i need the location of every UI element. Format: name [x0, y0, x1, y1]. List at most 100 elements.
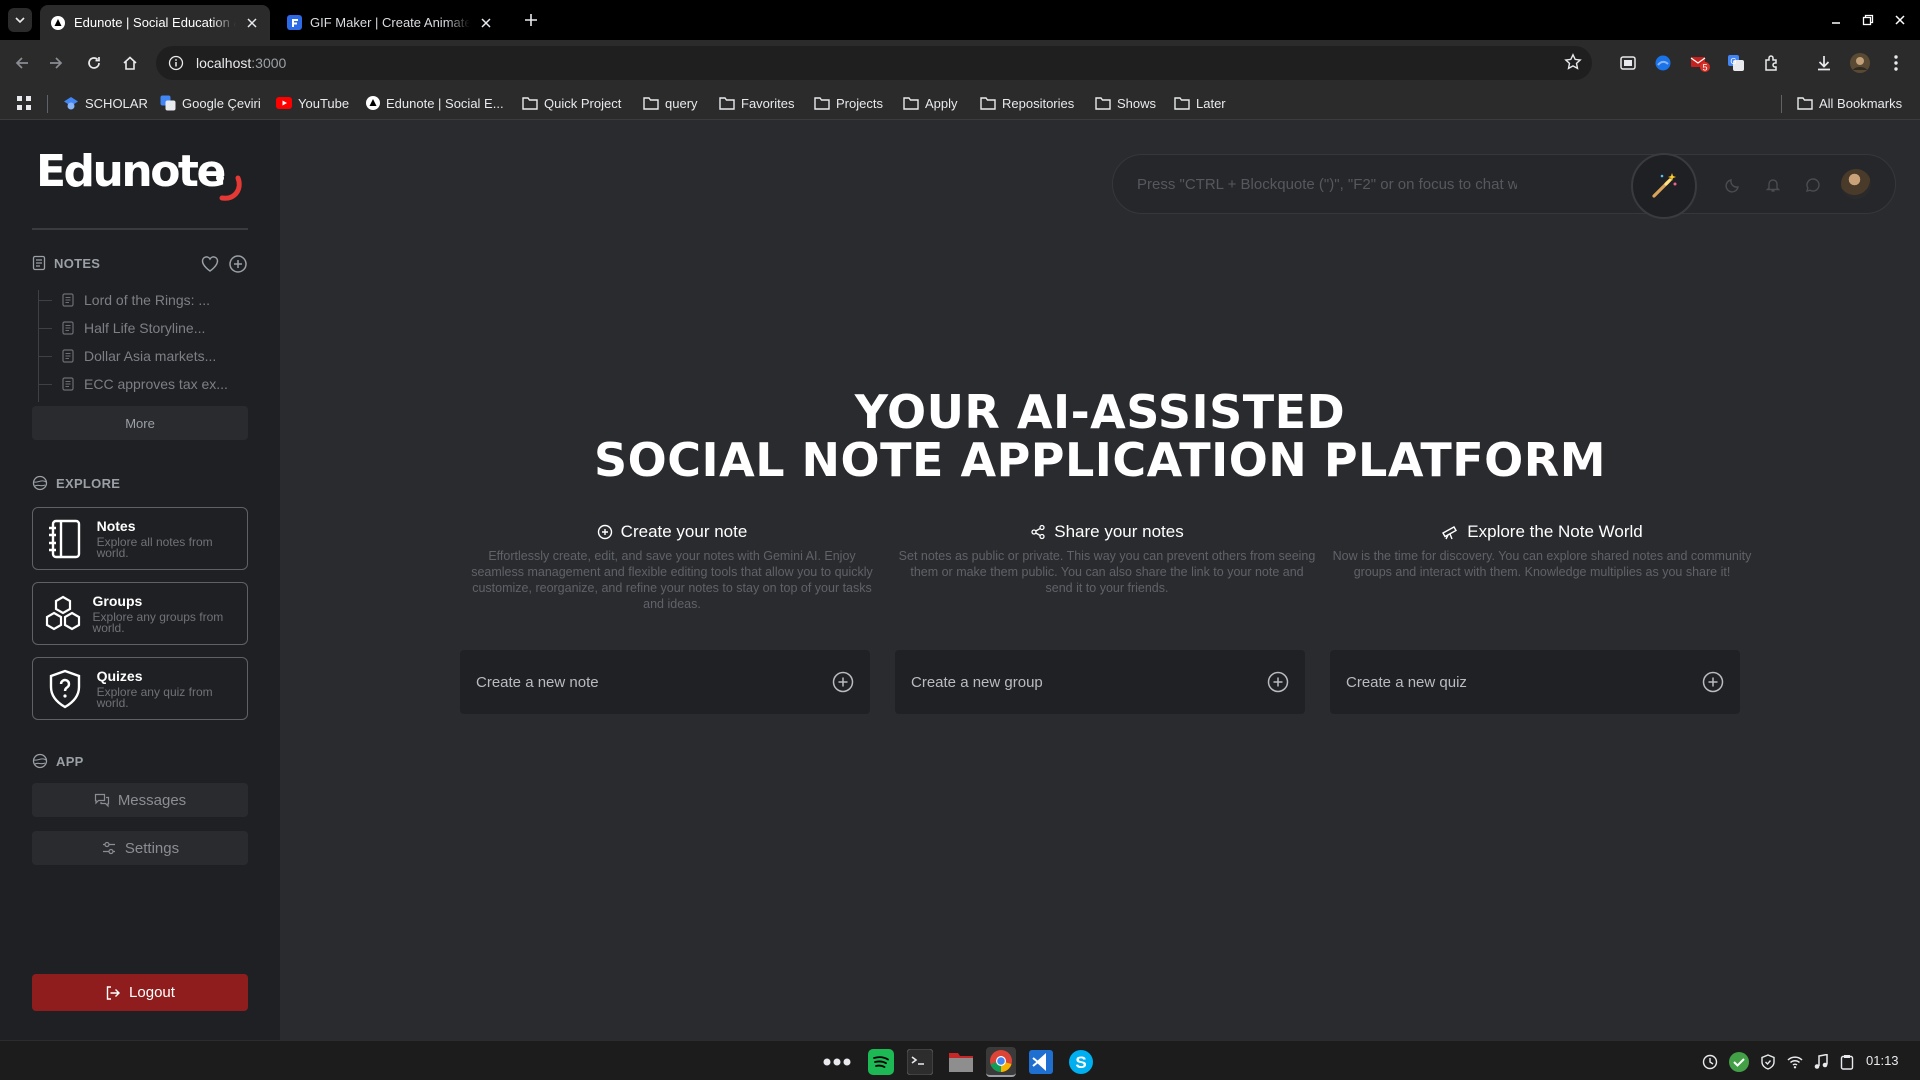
clipboard-tray-icon[interactable] — [1838, 1053, 1856, 1071]
tab-edunote[interactable]: Edunote | Social Education & — [40, 5, 270, 40]
arrow-right-icon — [50, 57, 63, 69]
minimize-icon — [1832, 22, 1840, 24]
settings-button[interactable]: Settings — [32, 831, 248, 865]
bookmark-shows[interactable]: Shows — [1095, 93, 1156, 113]
bookmark-separator — [1781, 95, 1782, 113]
folder-icon — [719, 97, 735, 110]
chrome-icon[interactable] — [986, 1047, 1016, 1077]
tab-search-button[interactable] — [8, 8, 32, 32]
close-icon[interactable] — [478, 15, 494, 31]
back-button[interactable] — [10, 51, 34, 75]
bookmark-youtube[interactable]: YouTube — [276, 93, 349, 113]
create-group-card[interactable]: Create a new group — [895, 650, 1305, 714]
sidebar-note-item[interactable]: Lord of the Rings: ... — [38, 288, 248, 312]
os-taskbar: S 01:13 — [0, 1040, 1920, 1080]
close-icon[interactable] — [244, 15, 260, 31]
new-tab-button[interactable] — [520, 9, 542, 31]
sidebar-note-item[interactable]: ECC approves tax ex... — [38, 372, 248, 396]
downloads-icon[interactable] — [1812, 51, 1836, 75]
url-port: :3000 — [251, 55, 287, 71]
terminal-icon[interactable] — [905, 1047, 935, 1077]
app-launcher-dots-icon[interactable] — [822, 1047, 852, 1077]
moon-icon[interactable] — [1723, 175, 1743, 195]
clock-tray-icon[interactable] — [1701, 1053, 1719, 1071]
folder-icon — [522, 97, 538, 110]
bookmark-repositories[interactable]: Repositories — [980, 93, 1074, 113]
gemini-chat-bar — [1112, 153, 1896, 219]
magic-wand-button[interactable] — [1631, 153, 1697, 219]
note-icon — [62, 293, 74, 307]
spotify-icon[interactable] — [866, 1047, 896, 1077]
close-window-button[interactable] — [1890, 10, 1910, 30]
extensions-puzzle-icon[interactable] — [1760, 51, 1784, 75]
music-note-icon[interactable] — [1812, 1053, 1830, 1071]
folder-icon — [1095, 97, 1111, 110]
logout-button[interactable]: Logout — [32, 974, 248, 1011]
bookmark-quick-project[interactable]: Quick Project — [522, 93, 621, 113]
create-quiz-card[interactable]: Create a new quiz — [1330, 650, 1740, 714]
more-notes-button[interactable]: More — [32, 406, 248, 440]
home-button[interactable] — [118, 51, 142, 75]
bookmark-later[interactable]: Later — [1174, 93, 1226, 113]
bookmark-projects[interactable]: Projects — [814, 93, 883, 113]
notes-heading: NOTES — [32, 254, 100, 272]
sidebar-note-item[interactable]: Half Life Storyline... — [38, 316, 248, 340]
bookmark-scholar[interactable]: SCHOLAR — [63, 93, 148, 113]
feature-create-note: Create your note Effortlessly create, ed… — [471, 522, 873, 611]
apps-grid-icon — [17, 96, 31, 110]
svg-text:S: S — [1075, 1053, 1086, 1072]
bookmark-favorites[interactable]: Favorites — [719, 93, 794, 113]
forward-button[interactable] — [44, 51, 68, 75]
folder-icon — [980, 97, 996, 110]
explore-groups-card[interactable]: Groups Explore any groups from world. — [32, 582, 248, 645]
user-avatar[interactable] — [1841, 169, 1871, 199]
google-translate-extension-icon[interactable]: G — [1724, 51, 1748, 75]
mail-extension-icon[interactable]: 5 — [1688, 51, 1712, 75]
add-note-icon[interactable] — [228, 254, 248, 274]
all-bookmarks-button[interactable]: All Bookmarks — [1797, 93, 1902, 113]
gemini-chat-input[interactable] — [1137, 171, 1517, 197]
vscode-icon[interactable] — [1026, 1047, 1056, 1077]
note-icon — [32, 255, 46, 271]
wifi-icon[interactable] — [1786, 1053, 1804, 1071]
tab-title: GIF Maker | Create Animated — [310, 15, 470, 30]
bookmark-query[interactable]: query — [643, 93, 698, 113]
bookmark-apply[interactable]: Apply — [903, 93, 958, 113]
explore-quizes-card[interactable]: Quizes Explore any quiz from world. — [32, 657, 248, 720]
bookmark-separator — [47, 95, 48, 113]
blue-swirl-extension-icon[interactable] — [1651, 51, 1675, 75]
arrow-left-icon — [15, 57, 28, 69]
profile-avatar-icon[interactable] — [1848, 51, 1872, 75]
explore-notes-card[interactable]: Notes Explore all notes from world. — [32, 507, 248, 570]
shield-tray-icon[interactable] — [1759, 1053, 1777, 1071]
update-check-icon[interactable] — [1728, 1051, 1750, 1073]
magic-wand-icon — [1652, 173, 1677, 198]
bookmark-star-icon[interactable] — [1564, 53, 1582, 71]
bell-icon[interactable] — [1763, 175, 1783, 195]
chat-bubble-icon[interactable] — [1803, 175, 1823, 195]
sidebar-note-item[interactable]: Dollar Asia markets... — [38, 344, 248, 368]
create-note-card[interactable]: Create a new note — [460, 650, 870, 714]
screen-capture-extension-icon[interactable] — [1616, 51, 1640, 75]
browser-menu-icon[interactable] — [1884, 51, 1908, 75]
hero-title-line2: SOCIAL NOTE APPLICATION PLATFORM — [594, 433, 1606, 487]
edunote-logo[interactable]: Edunote — [36, 146, 226, 197]
bookmark-google-ceviri[interactable]: Google Çeviri — [160, 93, 261, 113]
reload-button[interactable] — [82, 51, 106, 75]
restore-button[interactable] — [1858, 10, 1878, 30]
hero-title-line1: YOUR AI-ASSISTED — [854, 385, 1346, 439]
favorites-heart-icon[interactable] — [200, 254, 220, 274]
tab-gif-maker[interactable]: GIF Maker | Create Animated — [276, 5, 504, 40]
minimize-button[interactable] — [1826, 10, 1846, 30]
file-manager-icon[interactable] — [946, 1047, 976, 1077]
edunote-favicon-icon — [50, 15, 66, 31]
bookmark-edunote[interactable]: Edunote | Social E... — [366, 93, 504, 113]
settings-icon — [102, 841, 115, 855]
note-icon — [62, 349, 74, 363]
apps-grid-button[interactable] — [16, 93, 32, 113]
messages-button[interactable]: Messages — [32, 783, 248, 817]
chevron-down-icon — [15, 17, 25, 24]
address-bar[interactable]: localhost:3000 — [156, 46, 1592, 80]
skype-icon[interactable]: S — [1066, 1047, 1096, 1077]
note-icon — [62, 321, 74, 335]
